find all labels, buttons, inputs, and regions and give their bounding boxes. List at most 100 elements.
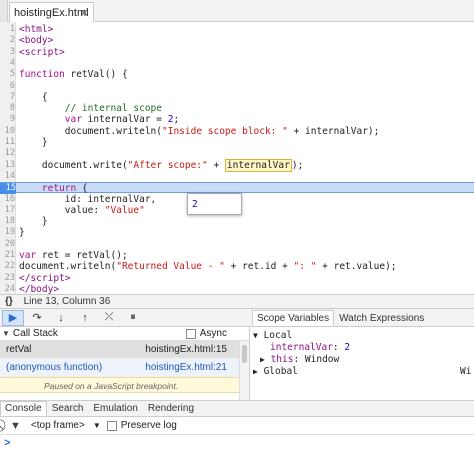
scope-global[interactable]: ▶ Global Wi [250, 366, 474, 378]
code-text: var internalVar = 2; [64, 114, 180, 126]
line-number[interactable]: 19 [0, 227, 15, 238]
line-number[interactable]: 23 [0, 273, 15, 284]
line-number[interactable]: 7 [0, 92, 15, 103]
frame-selector[interactable]: <top frame> [31, 420, 85, 431]
call-stack-header[interactable]: ▼ Call Stack Async [0, 327, 249, 341]
code-text: } [19, 227, 25, 239]
line-number[interactable]: 17 [0, 205, 15, 216]
code-text: { [19, 91, 48, 103]
property-colon: : [332, 342, 345, 353]
call-stack-scrollbar[interactable] [239, 341, 249, 400]
code-text: document.writeln("Inside scope block: " … [19, 125, 380, 137]
code-line[interactable]: 6 [0, 81, 474, 92]
scrollbar-thumb[interactable] [242, 345, 247, 363]
preserve-log-checkbox[interactable] [106, 420, 117, 431]
tab-watch-expressions[interactable]: Watch Expressions [334, 310, 429, 326]
line-number[interactable]: 1 [0, 24, 15, 35]
dropdown-arrow-icon[interactable]: ▼ [93, 421, 101, 430]
expand-triangle-icon: ▼ [2, 329, 10, 338]
step-over-icon: ↷ [32, 312, 42, 324]
code-line[interactable]: 24 </body> [0, 283, 474, 295]
code-line[interactable]: 8 // internal scope [0, 103, 474, 114]
pretty-print-button[interactable]: {} [5, 296, 13, 307]
code-line[interactable]: 23 </script> [0, 273, 474, 284]
file-tab-hoistingex[interactable]: hoistingEx.html × [9, 2, 94, 22]
line-number[interactable]: 24 [0, 284, 15, 294]
code-text: </body> [19, 283, 60, 295]
code-line[interactable]: 18 } [0, 216, 474, 227]
line-number[interactable]: 5 [0, 69, 15, 80]
code-editor[interactable]: 1 <html> 2 <body> 3 <script> 4 5 function retVal… [0, 22, 474, 295]
navigator-toggle-button[interactable] [0, 0, 8, 22]
code-line[interactable]: 20 [0, 239, 474, 250]
line-number[interactable]: 3 [0, 47, 15, 58]
line-number[interactable]: 22 [0, 261, 15, 272]
paused-message: Paused on a JavaScript breakpoint. [0, 377, 249, 393]
tab-emulation[interactable]: Emulation [88, 401, 142, 416]
scope-property-internalvar[interactable]: internalVar: 2 [250, 342, 474, 354]
step-into-icon: ↓ [58, 311, 64, 324]
call-frame-anonymous[interactable]: (anonymous function) hoistingEx.html:21 [0, 359, 249, 377]
filter-icon[interactable]: ▼ [10, 420, 21, 432]
code-line[interactable]: 14 [0, 171, 474, 182]
expand-triangle-icon: ▶ [260, 355, 265, 364]
call-frame-retval[interactable]: retVal hoistingEx.html:15 [0, 341, 249, 359]
call-frame-name: (anonymous function) [6, 362, 103, 373]
code-line[interactable]: 15 return { [0, 182, 474, 195]
step-into-button[interactable]: ↓ [50, 310, 72, 326]
scope-property-this[interactable]: ▶ this: Window [250, 354, 474, 366]
line-number[interactable]: 13 [0, 160, 15, 171]
resume-button[interactable]: ▶ [2, 309, 24, 326]
code-line[interactable]: 19} [0, 227, 474, 238]
line-number[interactable]: 12 [0, 148, 15, 159]
line-number[interactable]: 2 [0, 35, 15, 46]
line-number[interactable]: 18 [0, 216, 15, 227]
line-number[interactable]: 14 [0, 171, 15, 182]
scope-local[interactable]: ▼ Local [250, 330, 474, 342]
line-number[interactable]: 20 [0, 239, 15, 250]
line-number[interactable]: 16 [0, 194, 15, 205]
drawer-tab-strip: Console Search Emulation Rendering [0, 400, 474, 417]
code-line[interactable]: 1 <html> [0, 24, 474, 35]
step-over-button[interactable]: ↷ [26, 310, 48, 326]
call-frame-location: hoistingEx.html:15 [145, 344, 227, 355]
line-number[interactable]: 8 [0, 103, 15, 114]
code-line[interactable]: 2 <body> [0, 35, 474, 46]
code-line[interactable]: 3 <script> [0, 47, 474, 58]
line-number[interactable]: 4 [0, 58, 15, 69]
deactivate-breakpoints-button[interactable]: ⤫ [98, 310, 120, 326]
scope-local-label: Local [263, 330, 293, 341]
console-input[interactable]: > [0, 435, 474, 451]
code-text: </script> [19, 272, 71, 284]
line-number[interactable]: 6 [0, 81, 15, 92]
code-line[interactable]: 4 [0, 58, 474, 69]
code-text: var ret = retVal(); [19, 250, 128, 261]
code-line[interactable]: 21 var ret = retVal(); [0, 250, 474, 261]
tab-search[interactable]: Search [47, 401, 89, 416]
line-number[interactable]: 10 [0, 126, 15, 137]
code-text: document.write("After scope:" + internal… [19, 158, 304, 172]
code-line[interactable]: 9 var internalVar = 2; [0, 114, 474, 125]
code-text: function retVal() { [19, 69, 128, 81]
async-checkbox[interactable] [185, 328, 196, 339]
code-line[interactable]: 22 document.writeln("Returned Value - " +… [0, 261, 474, 272]
step-out-button[interactable]: ↑ [74, 310, 96, 326]
code-line[interactable]: 13 document.write("After scope:" + inter… [0, 158, 474, 172]
tab-console[interactable]: Console [0, 401, 47, 416]
async-toggle[interactable]: Async [185, 328, 227, 339]
line-number[interactable]: 9 [0, 114, 15, 125]
line-number[interactable]: 11 [0, 137, 15, 148]
code-line[interactable]: 7 { [0, 92, 474, 103]
tab-scope-variables[interactable]: Scope Variables [252, 310, 335, 326]
code-line[interactable]: 12 [0, 148, 474, 159]
code-line[interactable]: 11 } [0, 137, 474, 148]
pause-on-exceptions-button[interactable]: ⏸ [122, 310, 144, 326]
code-line[interactable]: 10 document.writeln("Inside scope block:… [0, 126, 474, 137]
code-line[interactable]: 5 function retVal() { [0, 69, 474, 80]
property-name: this [270, 354, 294, 365]
tab-rendering[interactable]: Rendering [143, 401, 199, 416]
line-number[interactable]: 21 [0, 250, 15, 261]
call-stack-title: Call Stack [12, 328, 58, 339]
code-text: } [19, 216, 48, 228]
close-tab-icon[interactable]: × [80, 5, 88, 20]
